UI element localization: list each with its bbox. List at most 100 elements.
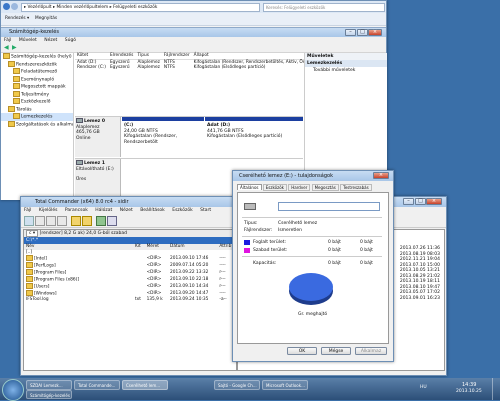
tab-general[interactable]: Általános [237, 184, 262, 190]
back-button[interactable] [3, 3, 10, 10]
refresh-icon[interactable] [24, 216, 34, 226]
clock-date[interactable]: 2013.10.25 [456, 389, 482, 394]
disk-1-info[interactable]: Lemez 1 Eltávolítható (E:) Üres [75, 159, 121, 199]
cancel-button[interactable]: Mégse [321, 347, 351, 355]
task-removable-disk[interactable]: Cserélhető lem... [122, 380, 168, 390]
tab-sharing[interactable]: Megosztás [311, 184, 339, 191]
more-actions-link[interactable]: További műveletek [305, 67, 387, 74]
full-view-icon[interactable] [46, 216, 56, 226]
folder-icon [13, 98, 20, 104]
explorer-toolbar: Rendezés ▾ Megnyitás [1, 13, 386, 26]
tc-menu-config[interactable]: Beállítások [140, 208, 165, 213]
pack-icon[interactable] [71, 216, 81, 226]
tree-item[interactable]: Rendszereszközök [1, 60, 73, 69]
disk-0-info[interactable]: Lemez 0 Alaplemez 465,76 GB Online [75, 117, 121, 157]
task-total-commander[interactable]: Total Commande... [74, 380, 120, 390]
file-row[interactable]: IFSTool.log txt 135,9 k 2013.09.24 10:35 -a-… [24, 297, 236, 303]
search-icon[interactable] [107, 216, 117, 226]
minimize-button[interactable]: – [345, 29, 356, 36]
unpack-icon[interactable] [82, 216, 92, 226]
forward-button[interactable] [11, 3, 18, 10]
right-panel-date: 2013.10.19 18:11 [399, 279, 440, 284]
tc-close-button[interactable]: × [426, 198, 442, 205]
task-disk-management[interactable]: SZDAI Lemezk... [26, 380, 72, 390]
clock-time[interactable]: 14:39 [462, 382, 476, 388]
language-indicator[interactable]: HU [420, 385, 427, 390]
apply-button[interactable]: Alkalmaz [355, 347, 387, 355]
tab-tools[interactable]: Eszközök [262, 184, 287, 191]
tc-minimize-button[interactable]: – [403, 198, 414, 205]
disk-0-status: Online [76, 135, 91, 141]
tree-item[interactable]: Tárolás [1, 105, 73, 114]
menu-help[interactable]: Súgó [65, 38, 76, 43]
partition-d[interactable]: Adat (D:) 441,76 GB NTFS Kifogástalan (E… [205, 117, 303, 157]
maximize-button[interactable]: □ [357, 29, 368, 36]
drive-label-input[interactable] [278, 202, 380, 211]
tree-item[interactable]: Eszközkezelő [1, 98, 73, 106]
right-panel-date: 2013.10.05 13:21 [399, 268, 440, 273]
tree-item[interactable]: Számítógép-kezelés (helyi) [1, 53, 73, 61]
file-row[interactable]: [Program Files] <DIR> 2013.09.22 13:32 r--- [24, 269, 236, 276]
volume-table: Kötet Elrendezés Típus Fájlrendszer Álla… [75, 53, 332, 71]
col-layout[interactable]: Elrendezés [108, 53, 135, 59]
tc-maximize-button[interactable]: □ [415, 198, 426, 205]
brief-view-icon[interactable] [35, 216, 45, 226]
search-input[interactable]: Keresés: Felügyeleti eszközök [263, 3, 385, 12]
drive-info: [rendszer] 8,2 G ak) 24,0 G-ból szabad [39, 231, 127, 236]
task-outlook[interactable]: Microsoft Outlook... [262, 380, 308, 390]
tree-item[interactable]: Lemezkezelés [1, 113, 73, 121]
actions-subheader[interactable]: Lemezkezelés [305, 60, 387, 67]
task-chrome[interactable]: Sajtó - Google Ch... [214, 380, 260, 390]
tc-menu-file[interactable]: Fájl [24, 208, 31, 213]
tc-menu-tools[interactable]: Eszközök [172, 208, 192, 213]
drive-letter-label: Gr. meghajtó [298, 312, 328, 317]
tc-menu-commands[interactable]: Parancsok [65, 208, 88, 213]
tc-menu-start[interactable]: Start [200, 208, 211, 213]
tc-menu-mark[interactable]: Kijelölés [39, 208, 58, 213]
forward-arrow-icon[interactable]: ▶ [12, 44, 17, 52]
tree-view-icon[interactable] [57, 216, 67, 226]
breadcrumb[interactable]: ▸ Vezérlőpult ▸ Minden vezérlőpultelem ▸… [21, 3, 260, 12]
menu-view[interactable]: Nézet [44, 38, 57, 43]
tree-item[interactable]: Teljesítmény [1, 90, 73, 99]
table-row[interactable]: Rendszer (C:) Egyszerű Alaplemez NTFS Ki… [75, 65, 331, 71]
file-row[interactable]: [PerfLogs] <DIR> 2009.07.14 05:20 ---- [24, 262, 236, 269]
tc-left-panel: c ▾ [rendszer] 8,2 G ak) 24,0 G-ból szab… [23, 229, 237, 371]
task-computer-management[interactable]: Számítógép-kezelés [26, 390, 72, 399]
organize-button[interactable]: Rendezés ▾ [5, 16, 29, 21]
props-panel: Típus: Cserélhető lemez Fájlrendszer: Is… [237, 192, 389, 344]
menu-file[interactable]: Fájl [4, 38, 11, 43]
menu-action[interactable]: Művelet [19, 38, 37, 43]
drive-selector[interactable]: c ▾ [26, 230, 39, 237]
window-title: Számítógép-kezelés [9, 29, 59, 35]
tc-menu-view[interactable]: Nézet [120, 208, 133, 213]
tc-menu-net[interactable]: Hálózat [95, 208, 112, 213]
file-row[interactable]: [Intel] <DIR> 2013.09.10 17:46 ---- [24, 255, 236, 262]
capacity-value-2: 0 bájt [360, 261, 373, 266]
open-button[interactable]: Megnyitás [35, 16, 57, 21]
close-button[interactable]: × [368, 29, 382, 36]
col-filesystem[interactable]: Fájlrendszer [162, 53, 192, 59]
tree-item[interactable]: Szolgáltatások és alkalmazások [1, 120, 73, 129]
type-value: Cserélhető lemez [278, 221, 318, 226]
properties-dialog: Cserélhető lemez (E:) - tulajdonságok × … [232, 170, 394, 362]
tc-title: Total Commander (x64) 8.0 rc4 - sidir [35, 199, 129, 205]
props-close-button[interactable]: × [373, 172, 389, 179]
ftp-icon[interactable] [96, 216, 106, 226]
file-row[interactable]: [Program Files (x86)] <DIR> 2013.09.10 22:… [24, 276, 236, 283]
start-button[interactable] [2, 379, 24, 401]
disk-1-status: Üres [76, 177, 87, 182]
file-row[interactable]: [Windows] <DIR> 2013.09.20 14:47 ---- [24, 290, 236, 297]
tc-path[interactable]: C:\*.* [24, 237, 236, 244]
disk-0-name: Lemez 0 [84, 119, 105, 124]
tab-customize[interactable]: Testreszabás [340, 184, 372, 191]
tree-item[interactable]: Megosztott mappák [1, 83, 73, 91]
tree-item[interactable]: Feladatütemező [1, 68, 73, 76]
file-row[interactable]: [Users] <DIR> 2013.09.10 14:34 r--- [24, 283, 236, 290]
back-arrow-icon[interactable]: ◀ [4, 44, 9, 52]
show-desktop-button[interactable] [492, 378, 500, 400]
tab-hardware[interactable]: Hardver [288, 184, 311, 191]
partition-c[interactable]: (C:) 24,00 GB NTFS Kifogástalan (Rendsze… [122, 117, 204, 157]
tree-item[interactable]: Eseménynapló [1, 75, 73, 84]
ok-button[interactable]: OK [287, 347, 317, 355]
